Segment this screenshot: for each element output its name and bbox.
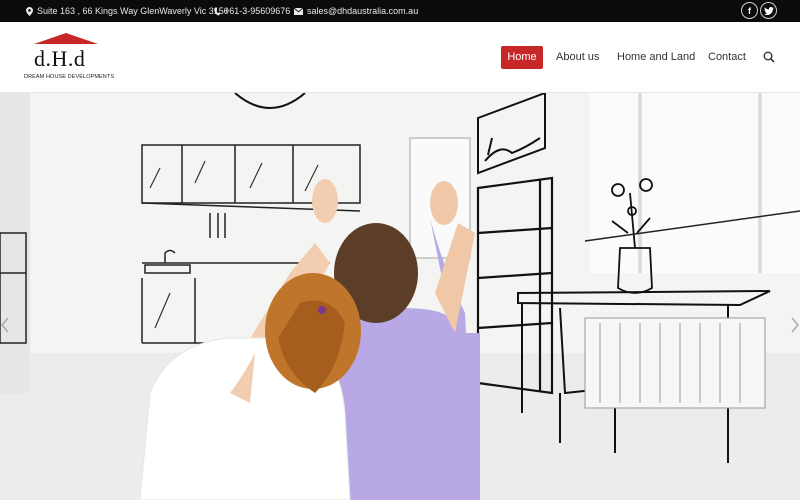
logo-subtitle: DREAM HOUSE DEVELOPMENTS [24,74,115,80]
site-header: d.H.d DREAM HOUSE DEVELOPMENTS Home Abou… [0,22,800,93]
facebook-icon[interactable]: f [741,2,758,19]
phone-item[interactable]: +61-3-95609676 [214,6,290,16]
email-item[interactable]: sales@dhdaustralia.com.au [294,6,418,16]
phone-icon [214,7,220,15]
phone-text[interactable]: +61-3-95609676 [224,6,290,16]
address-text: Suite 163 , 66 Kings Way GlenWaverly Vic… [37,6,229,16]
twitter-bird-glyph [763,6,774,15]
email-text[interactable]: sales@dhdaustralia.com.au [307,6,418,16]
hero-image [0,93,800,500]
nav-item-home[interactable]: Home [501,46,543,69]
envelope-icon [294,7,303,15]
logo-text: d.H.d [34,46,86,71]
map-marker-icon [26,6,33,16]
nav-item-contact[interactable]: Contact [708,46,746,69]
address-item: Suite 163 , 66 Kings Way GlenWaverly Vic… [26,6,229,16]
nav-item-about-us[interactable]: About us [556,46,599,69]
logo[interactable]: d.H.d DREAM HOUSE DEVELOPMENTS [24,32,114,84]
twitter-icon[interactable] [760,2,777,19]
top-bar: Suite 163 , 66 Kings Way GlenWaverly Vic… [0,0,800,22]
hero-slider [0,93,800,500]
logo-roof-icon [34,33,98,44]
nav-item-home-and-land[interactable]: Home and Land [617,46,695,69]
search-icon[interactable] [763,51,775,63]
